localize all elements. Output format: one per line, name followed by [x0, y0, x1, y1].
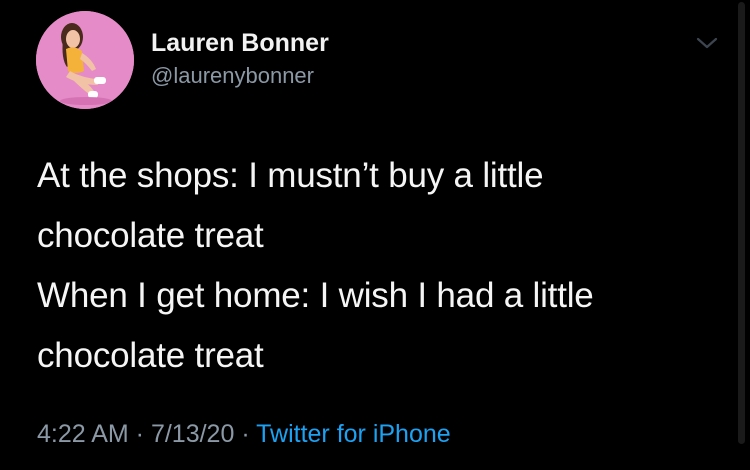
- tweet-card: Lauren Bonner @laurenybonner At the shop…: [0, 0, 750, 470]
- author-display-name[interactable]: Lauren Bonner: [151, 27, 329, 59]
- tweet-source-link[interactable]: Twitter for iPhone: [256, 420, 451, 448]
- tweet-text-line: chocolate treat: [37, 216, 264, 255]
- profile-photo: [36, 11, 134, 109]
- avatar[interactable]: [36, 11, 134, 109]
- author-handle[interactable]: @laurenybonner: [151, 62, 314, 90]
- tweet-meta: 4:22 AM · 7/13/20 · Twitter for iPhone: [37, 419, 451, 449]
- tweet-text-line: chocolate treat: [37, 336, 264, 375]
- tweet-text-line: At the shops: I mustn’t buy a little: [37, 156, 544, 195]
- tweet-time[interactable]: 4:22 AM: [37, 420, 129, 448]
- tweet-text: At the shops: I mustn’t buy a little cho…: [37, 146, 727, 386]
- tweet-text-line: When I get home: I wish I had a little: [37, 276, 594, 315]
- scrollbar[interactable]: [738, 2, 745, 444]
- chevron-down-icon[interactable]: [693, 34, 721, 52]
- meta-separator: ·: [128, 420, 151, 448]
- meta-separator: ·: [234, 420, 257, 448]
- tweet-date[interactable]: 7/13/20: [151, 420, 234, 448]
